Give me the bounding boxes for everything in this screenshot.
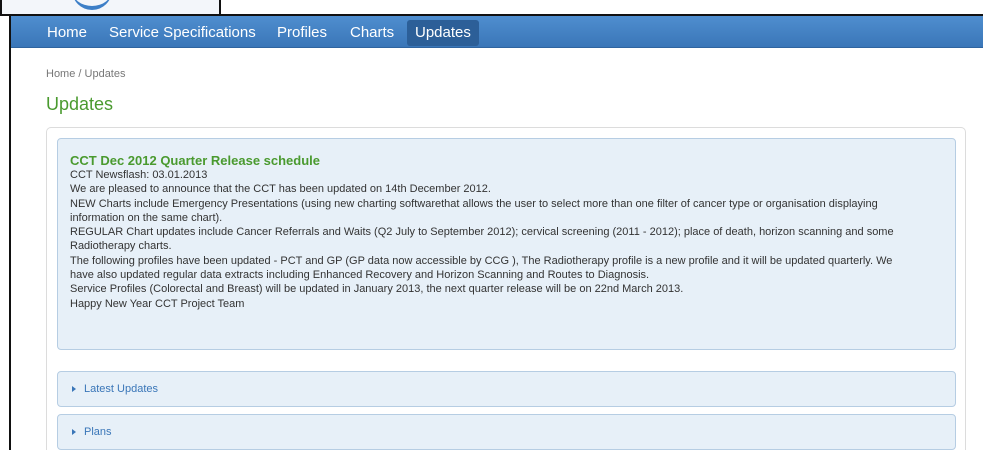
nav-service-specifications[interactable]: Service Specifications [101, 20, 264, 46]
breadcrumb[interactable]: Home / Updates [46, 68, 125, 80]
nav-home[interactable]: Home [39, 20, 95, 46]
news-line: NEW Charts include Emergency Presentatio… [70, 197, 878, 210]
news-line: CCT Newsflash: 03.01.2013 [70, 169, 208, 181]
accordion-latest-updates[interactable]: Latest Updates [57, 371, 956, 407]
news-line: REGULAR Chart updates include Cancer Ref… [70, 226, 894, 239]
caret-right-icon [72, 429, 76, 436]
accordion-label: Plans [84, 426, 112, 438]
news-line: We are pleased to announce that the CCT … [70, 183, 491, 196]
news-line: information on the same chart). [70, 211, 223, 224]
news-title: CCT Dec 2012 Quarter Release schedule [70, 153, 321, 168]
main-navbar: Home Service Specifications Profiles Cha… [11, 16, 983, 48]
nav-charts[interactable]: Charts [342, 20, 402, 46]
news-line: Happy New Year CCT Project Team [70, 297, 245, 310]
caret-right-icon [72, 386, 76, 393]
nav-updates[interactable]: Updates [407, 20, 479, 46]
news-line: Service Profiles (Colorectal and Breast)… [70, 283, 684, 296]
page-title: Updates [46, 94, 114, 114]
nav-profiles[interactable]: Profiles [269, 20, 335, 46]
logo-mark-icon [72, 0, 112, 10]
news-announcement: CCT Dec 2012 Quarter Release schedule CC… [57, 138, 956, 350]
accordion-label: Latest Updates [84, 383, 158, 395]
accordion-plans[interactable]: Plans [57, 414, 956, 450]
news-line: The following profiles have been updated… [70, 254, 893, 267]
news-line: have also updated regular data extracts … [70, 269, 650, 282]
news-line: Radiotherapy charts. [70, 240, 172, 253]
